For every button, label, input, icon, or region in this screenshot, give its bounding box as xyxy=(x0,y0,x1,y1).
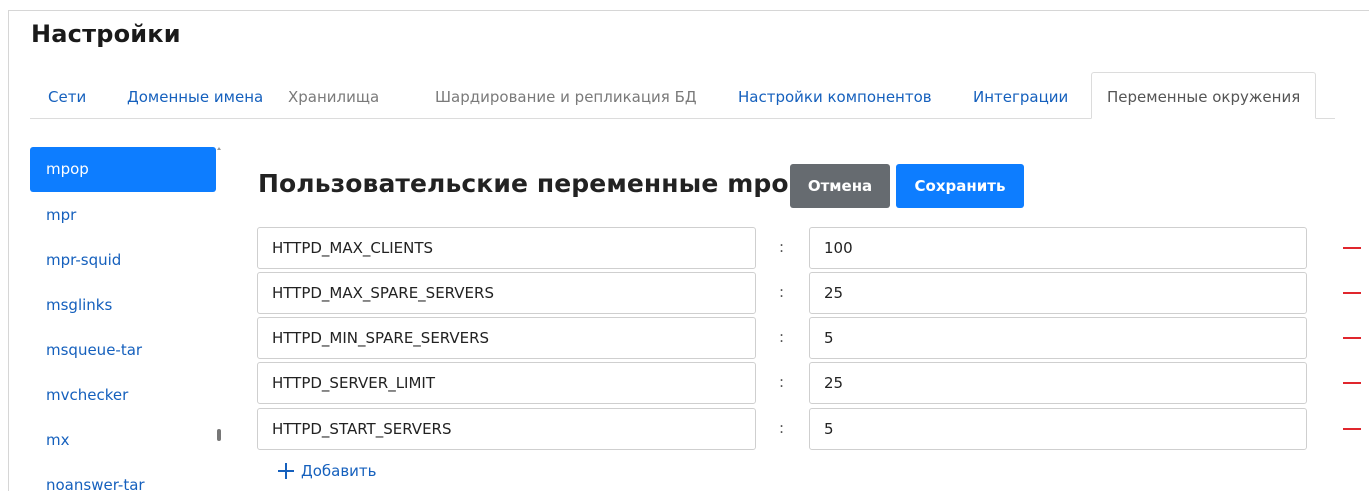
key-value-separator: : xyxy=(779,328,785,346)
tab-integrations[interactable]: Интеграции xyxy=(973,72,1068,119)
variable-row: : xyxy=(257,317,1369,359)
sidebar-item-mvchecker[interactable]: mvchecker xyxy=(30,372,216,417)
variable-key-input[interactable] xyxy=(257,272,756,314)
tab-environment-variables[interactable]: Переменные окружения xyxy=(1091,72,1317,119)
tab-networks[interactable]: Сети xyxy=(48,72,86,119)
sidebar-item-msqueue-tar[interactable]: msqueue-tar xyxy=(30,327,216,372)
minus-icon[interactable] xyxy=(1343,247,1361,249)
variable-key-input[interactable] xyxy=(257,362,756,404)
add-variable-button[interactable]: Добавить xyxy=(278,462,377,480)
variable-key-input[interactable] xyxy=(257,227,756,269)
minus-icon[interactable] xyxy=(1343,382,1361,384)
variable-row: : xyxy=(257,272,1369,314)
add-label: Добавить xyxy=(301,462,377,480)
variable-value-input[interactable] xyxy=(809,362,1307,404)
key-value-separator: : xyxy=(779,419,785,437)
variable-row: : xyxy=(257,227,1369,269)
tab-domain-names[interactable]: Доменные имена xyxy=(127,72,263,119)
sidebar-item-mpop[interactable]: mpop xyxy=(30,147,216,192)
minus-icon[interactable] xyxy=(1343,337,1361,339)
page-title: Настройки xyxy=(31,20,181,48)
variable-row: : xyxy=(257,362,1369,404)
minus-icon[interactable] xyxy=(1343,428,1361,430)
sidebar-item-mx[interactable]: mx xyxy=(30,417,216,462)
tab-storage[interactable]: Хранилища xyxy=(288,72,379,119)
variable-value-input[interactable] xyxy=(809,317,1307,359)
variable-key-input[interactable] xyxy=(257,408,756,450)
key-value-separator: : xyxy=(779,373,785,391)
component-sidebar: mpop mpr mpr-squid msglinks msqueue-tar … xyxy=(30,147,216,491)
sidebar-item-mpr[interactable]: mpr xyxy=(30,192,216,237)
cancel-button[interactable]: Отмена xyxy=(790,164,890,208)
scroll-thumb[interactable] xyxy=(217,429,221,441)
tab-component-settings[interactable]: Настройки компонентов xyxy=(738,72,932,119)
variable-value-input[interactable] xyxy=(809,408,1307,450)
save-button[interactable]: Сохранить xyxy=(896,164,1024,208)
sidebar-item-noanswer-tar[interactable]: noanswer-tar xyxy=(30,462,216,491)
plus-icon xyxy=(278,463,294,479)
variable-value-input[interactable] xyxy=(809,227,1307,269)
key-value-separator: : xyxy=(779,283,785,301)
tab-db-sharding[interactable]: Шардирование и репликация БД xyxy=(435,72,697,119)
key-value-separator: : xyxy=(779,238,785,256)
variable-key-input[interactable] xyxy=(257,317,756,359)
section-heading: Пользовательские переменные mpop: xyxy=(258,169,817,198)
settings-tabs: Сети Доменные имена Хранилища Шардирован… xyxy=(30,72,1335,119)
minus-icon[interactable] xyxy=(1343,292,1361,294)
sidebar-item-msglinks[interactable]: msglinks xyxy=(30,282,216,327)
sidebar-item-mpr-squid[interactable]: mpr-squid xyxy=(30,237,216,282)
scroll-up-arrow-icon[interactable] xyxy=(217,147,221,150)
variable-value-input[interactable] xyxy=(809,272,1307,314)
variable-row: : xyxy=(257,408,1369,450)
sidebar-scrollbar[interactable] xyxy=(216,147,222,491)
